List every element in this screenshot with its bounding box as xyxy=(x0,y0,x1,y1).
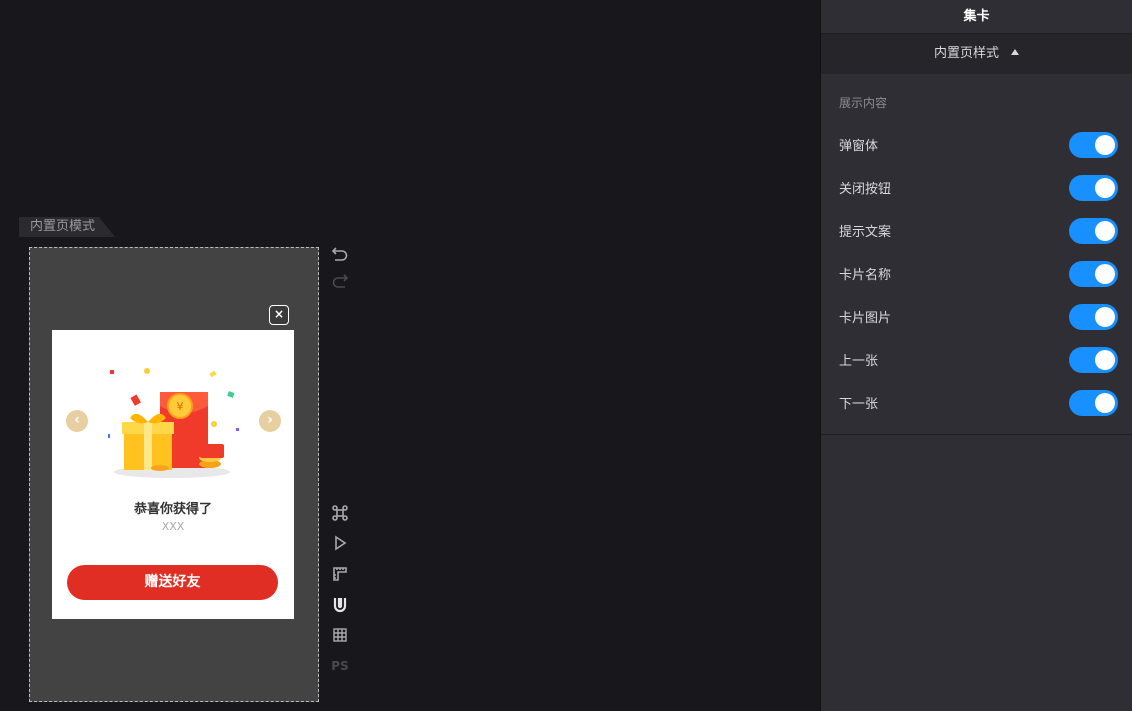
toggle-row: 提示文案 xyxy=(839,209,1118,252)
mode-tab[interactable]: 内置页模式 xyxy=(19,217,115,237)
toggle-label: 下一张 xyxy=(839,397,879,412)
toggle-label: 卡片图片 xyxy=(839,311,892,326)
design-canvas: 内置页模式 × ‹ › ¥ 恭喜你获得了 XXX 赠送好友 PS xyxy=(0,0,820,711)
toggle-switch[interactable] xyxy=(1069,260,1118,287)
command-icon[interactable] xyxy=(330,503,350,523)
section-body: 展示内容 弹窗体 关闭按钮 提示文案 卡片名称 卡片图片 上一张 下一张 xyxy=(821,74,1132,435)
toggle-switch[interactable] xyxy=(1069,389,1118,416)
card-title: 恭喜你获得了 xyxy=(133,502,212,517)
toggle-label: 弹窗体 xyxy=(839,139,879,154)
toggle-label: 卡片名称 xyxy=(839,268,892,283)
svg-text:¥: ¥ xyxy=(177,400,184,413)
next-card-button[interactable]: › xyxy=(259,410,281,432)
toggle-switch[interactable] xyxy=(1069,174,1118,201)
section-header[interactable]: 内置页样式 xyxy=(821,34,1132,74)
toggle-row: 上一张 xyxy=(839,338,1118,381)
toggle-row: 卡片名称 xyxy=(839,252,1118,295)
toggle-label: 提示文案 xyxy=(839,225,892,240)
toggle-row: 下一张 xyxy=(839,381,1118,424)
redo-icon[interactable] xyxy=(330,270,350,290)
toggle-row: 关闭按钮 xyxy=(839,166,1118,209)
ps-icon[interactable]: PS xyxy=(330,656,350,676)
ruler-icon[interactable] xyxy=(330,564,350,584)
section-title: 内置页样式 xyxy=(933,46,999,61)
group-label: 展示内容 xyxy=(839,96,888,110)
toggle-label: 关闭按钮 xyxy=(839,182,892,197)
undo-icon[interactable] xyxy=(330,243,350,263)
caret-up-icon xyxy=(1011,49,1019,55)
toggle-row: 卡片图片 xyxy=(839,295,1118,338)
toggle-row: 弹窗体 xyxy=(839,123,1118,166)
play-icon[interactable] xyxy=(330,533,350,553)
toggle-switch[interactable] xyxy=(1069,346,1118,373)
card-subtitle: XXX xyxy=(161,520,185,533)
popup-card[interactable]: ‹ › ¥ 恭喜你获得了 XXX 赠送好友 xyxy=(52,330,294,619)
magnet-icon[interactable] xyxy=(330,595,350,615)
grid-icon[interactable] xyxy=(330,625,350,645)
properties-panel: 集卡 内置页样式 展示内容 弹窗体 关闭按钮 提示文案 卡片名称 卡片图片 上一… xyxy=(820,0,1132,711)
close-button[interactable]: × xyxy=(269,305,289,325)
toggle-label: 上一张 xyxy=(839,354,879,369)
prev-card-button[interactable]: ‹ xyxy=(66,410,88,432)
panel-title: 集卡 xyxy=(821,0,1132,34)
toggle-switch[interactable] xyxy=(1069,303,1118,330)
gift-illustration: ¥ xyxy=(108,368,239,478)
toggle-switch[interactable] xyxy=(1069,217,1118,244)
toggle-switch[interactable] xyxy=(1069,131,1118,158)
gift-friend-button[interactable]: 赠送好友 xyxy=(67,565,278,600)
